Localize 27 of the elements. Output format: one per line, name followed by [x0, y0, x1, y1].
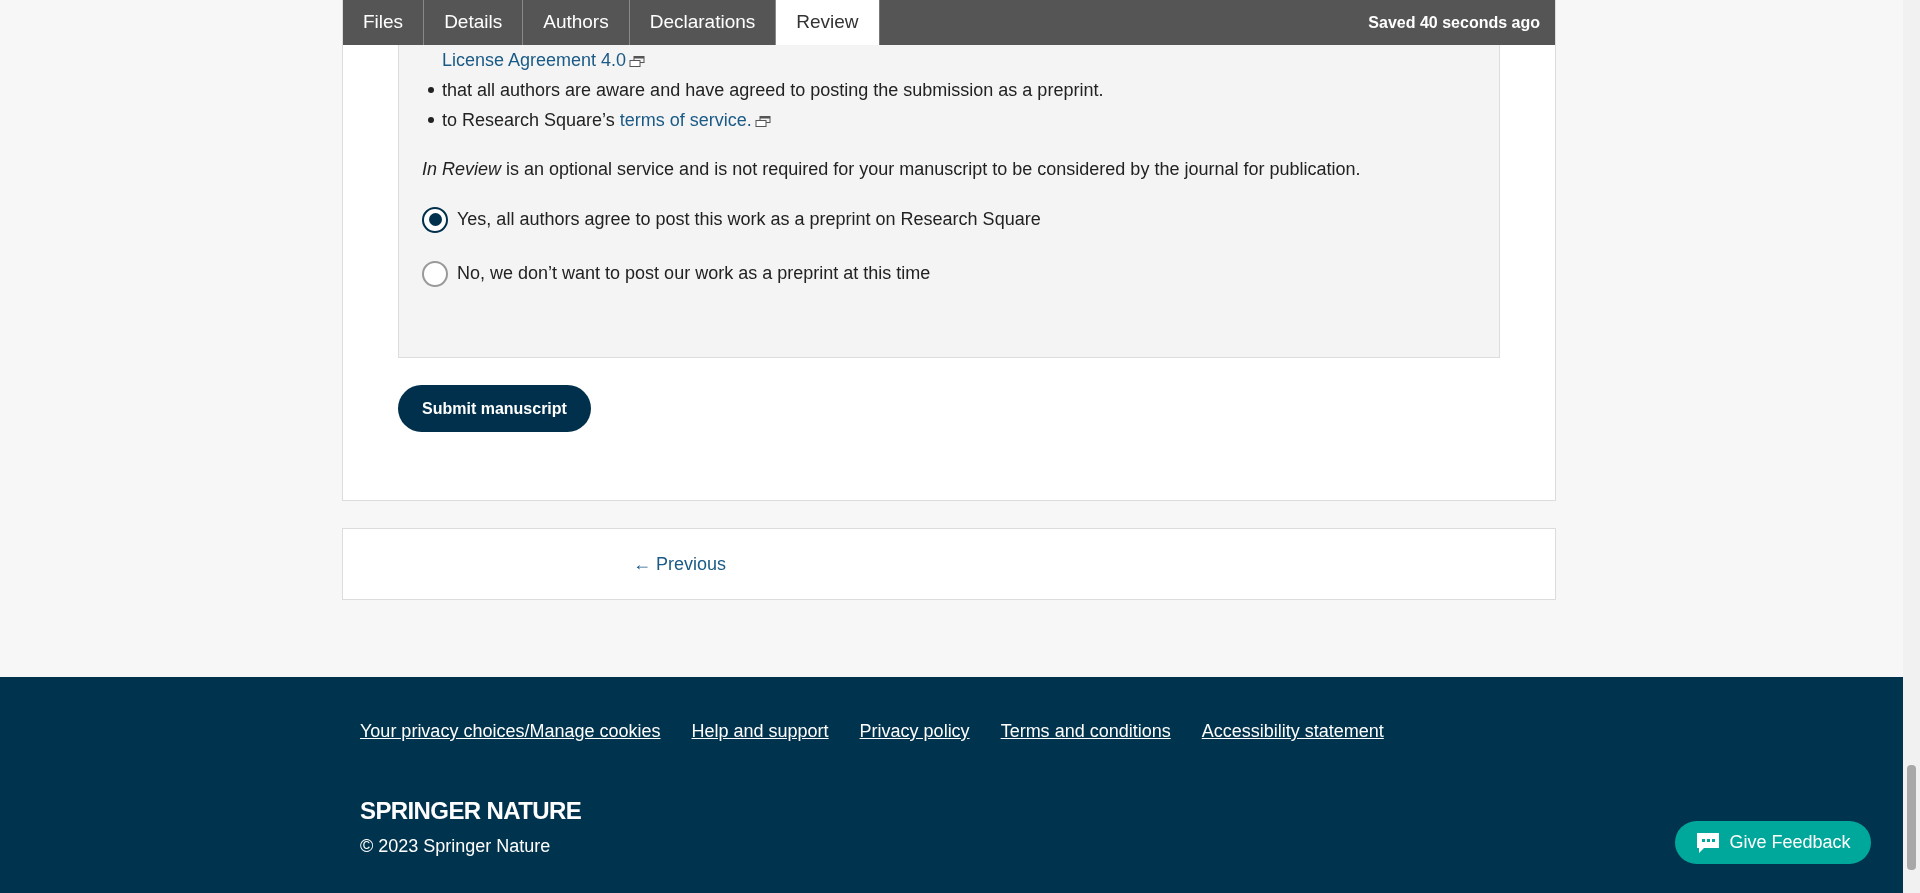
scrollbar-thumb[interactable] — [1907, 765, 1916, 870]
chat-icon — [1695, 830, 1722, 855]
link[interactable]: License Agreement 4.0 — [442, 46, 627, 74]
bullet-icon — [428, 87, 434, 93]
scrollbar[interactable] — [1903, 0, 1920, 893]
list-item-text: to Research Square’s terms of service. — [442, 108, 752, 132]
footer-link[interactable]: Help and support — [691, 718, 829, 745]
logo-text: SPRINGER NATURE — [360, 796, 582, 826]
radio-button[interactable] — [422, 206, 448, 233]
list-item-text: that all authors are aware and have agreed to posting the submission as a preprint. — [442, 78, 1104, 102]
submit-button[interactable]: Submit manuscript — [398, 385, 591, 432]
tab[interactable]: Review — [776, 0, 880, 45]
bullet-icon — [428, 117, 434, 123]
external-link-icon — [629, 56, 646, 67]
link[interactable]: terms of service. — [619, 109, 752, 130]
footer-link[interactable]: Privacy policy — [859, 718, 970, 745]
copyright-text: © 2023 Springer Nature — [360, 835, 551, 858]
footer-link[interactable]: Terms and conditions — [1000, 718, 1171, 745]
previous-link[interactable]: ← Previous — [633, 550, 727, 578]
external-link-icon — [754, 116, 771, 127]
radio-button[interactable] — [422, 260, 448, 287]
footer-link[interactable]: Accessibility statement — [1201, 718, 1384, 745]
radio-label[interactable]: Yes, all authors agree to post this work as a preprint on Research Square — [457, 206, 1041, 233]
radio-label[interactable]: No, we don’t want to post our work as a preprint at this time — [457, 260, 931, 287]
info-text: In Review is an optional service and is not required for your manuscript to be considered by the journal for publication. — [422, 158, 1362, 181]
footer-link[interactable]: Your privacy choices/Manage cookies — [360, 718, 661, 745]
save-status: Saved 40 seconds ago — [1368, 12, 1540, 33]
